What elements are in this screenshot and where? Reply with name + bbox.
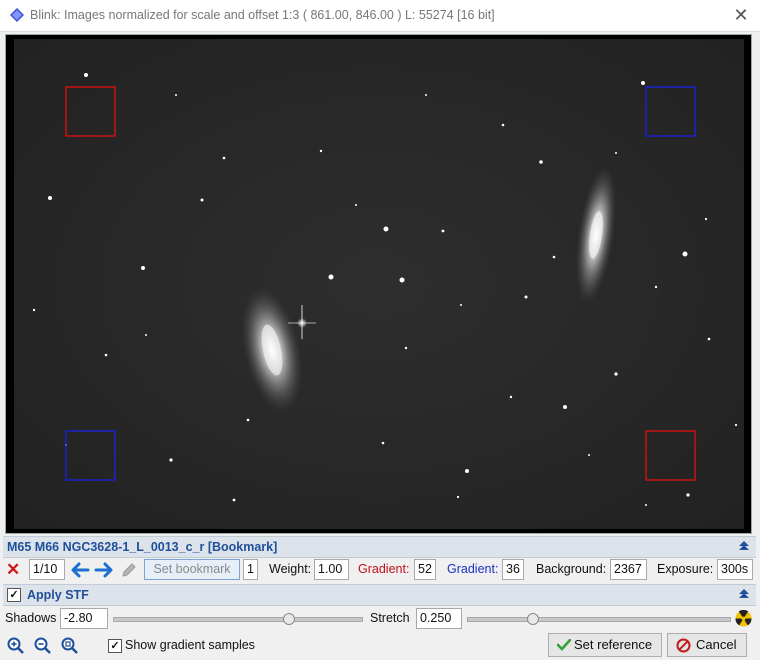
collapse-icon[interactable]	[738, 540, 750, 552]
set-reference-label: Set reference	[574, 637, 653, 652]
stf-controls: Shadows -2.80 Stretch 0.250	[3, 608, 756, 630]
close-icon[interactable]: ✕	[730, 4, 752, 26]
bookmark-value: 1	[243, 559, 258, 580]
weight-label: Weight:	[269, 562, 312, 576]
file-bar: M65 M66 NGC3628-1_L_0013_c_r [Bookmark]	[3, 536, 756, 558]
show-gradient-checkbox[interactable]: ✓	[108, 639, 122, 653]
gradient-blue-label: Gradient:	[447, 562, 499, 576]
check-icon	[557, 639, 571, 651]
show-gradient-label: Show gradient samples	[125, 638, 255, 652]
image-counter: 1/10	[29, 559, 65, 580]
stretch-input[interactable]: 0.250	[416, 608, 462, 629]
stretch-label: Stretch	[370, 611, 410, 625]
set-reference-button[interactable]: Set reference	[548, 633, 662, 657]
next-arrow-icon[interactable]	[94, 561, 114, 579]
toolbar: ✕ 1/10 Set bookmark 1 Weight: 1.00 Gradi…	[3, 559, 756, 581]
cancel-icon	[676, 638, 691, 653]
remove-icon[interactable]: ✕	[6, 559, 20, 580]
pencil-icon[interactable]	[120, 561, 138, 579]
gradient-red-value: 52	[414, 559, 436, 580]
cancel-label: Cancel	[696, 637, 737, 652]
zoom-out-icon[interactable]	[34, 637, 52, 655]
previous-arrow-icon[interactable]	[70, 561, 90, 579]
gradient-red-label: Gradient:	[358, 562, 410, 576]
title-bar: Blink: Images normalized for scale and o…	[0, 0, 760, 32]
background-value: 2367	[610, 559, 647, 580]
zoom-in-icon[interactable]	[7, 637, 25, 655]
zoom-fit-icon[interactable]	[61, 637, 79, 655]
gradient-blue-value: 36	[502, 559, 524, 580]
cancel-button[interactable]: Cancel	[667, 633, 747, 657]
image-viewer[interactable]	[5, 34, 752, 534]
app-icon	[10, 8, 24, 22]
bottom-bar: ✓ Show gradient samples Set reference Ca…	[3, 632, 756, 658]
exposure-label: Exposure:	[657, 562, 714, 576]
weight-value: 1.00	[314, 559, 349, 580]
stretch-slider[interactable]	[467, 617, 731, 622]
exposure-value: 300s	[717, 559, 753, 580]
file-name-label: M65 M66 NGC3628-1_L_0013_c_r [Bookmark]	[7, 540, 278, 554]
shadows-slider[interactable]	[113, 617, 363, 622]
shadows-label: Shadows	[5, 611, 57, 625]
shadows-slider-thumb[interactable]	[283, 613, 296, 625]
background-label: Background:	[536, 562, 607, 576]
collapse-stf-icon[interactable]	[738, 588, 750, 600]
apply-stf-checkbox[interactable]: ✓	[7, 588, 21, 602]
shadows-input[interactable]: -2.80	[60, 608, 108, 629]
astro-image[interactable]	[6, 35, 751, 533]
stretch-slider-thumb[interactable]	[526, 613, 539, 625]
image-frame	[14, 39, 744, 529]
window-title: Blink: Images normalized for scale and o…	[30, 8, 495, 22]
apply-stf-label: Apply STF	[27, 588, 89, 602]
set-bookmark-button[interactable]: Set bookmark	[144, 559, 240, 580]
stf-bar: ✓ Apply STF	[3, 584, 756, 606]
auto-stretch-icon[interactable]	[735, 610, 752, 627]
